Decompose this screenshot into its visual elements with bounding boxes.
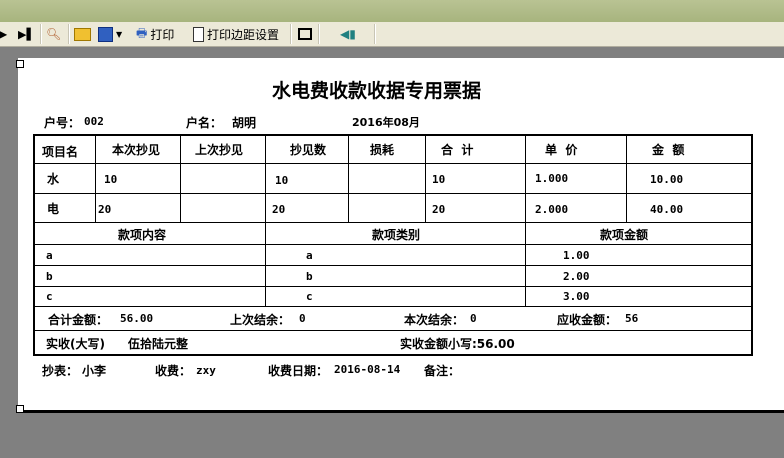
paid-upper-label: 实收(大写) xyxy=(46,337,105,351)
row-total: 10 xyxy=(432,173,446,186)
paid-lower: 实收金额小写:56.00 xyxy=(400,337,515,351)
account-name: 胡明 xyxy=(232,116,257,130)
next-page-icon[interactable]: ▶ xyxy=(0,25,7,43)
frame-icon[interactable] xyxy=(298,25,312,43)
printer-icon: 🖶︎ xyxy=(136,25,148,40)
header-current: 本次抄见 xyxy=(112,143,161,157)
row-current: 10 xyxy=(104,173,118,186)
header-item: 项目名 xyxy=(42,145,79,159)
fee-header-category: 款项类别 xyxy=(372,228,421,242)
total-label: 合计金额： xyxy=(48,313,109,327)
header-amount: 金 额 xyxy=(652,143,685,157)
curr-balance-value: 0 xyxy=(470,312,477,325)
reader-value: 小李 xyxy=(82,364,107,378)
row-reading: 20 xyxy=(272,203,286,216)
fee-header-content: 款项内容 xyxy=(118,228,167,242)
row-reading: 10 xyxy=(275,174,289,187)
header-unit-price: 单 价 xyxy=(545,143,578,157)
paid-upper-value: 伍拾陆元整 xyxy=(128,337,189,351)
header-previous: 上次抄见 xyxy=(195,143,244,157)
print-margin-button[interactable]: 打印边距设置 xyxy=(193,25,279,43)
open-folder-icon[interactable] xyxy=(74,25,91,43)
title-bar xyxy=(0,0,784,22)
reader-label: 抄表： xyxy=(42,364,79,378)
row-item: 电 xyxy=(47,202,60,216)
prev-balance-label: 上次结余： xyxy=(230,313,291,327)
fee-header-amount: 款项金额 xyxy=(600,228,649,242)
fee-category: c xyxy=(306,290,313,303)
fee-content: a xyxy=(46,249,53,262)
account-no: 002 xyxy=(84,115,104,128)
date-label: 收费日期： xyxy=(268,364,329,378)
total-value: 56.00 xyxy=(120,312,154,325)
collector-label: 收费： xyxy=(155,364,192,378)
due-value: 56 xyxy=(625,312,639,325)
header-reading: 抄见数 xyxy=(290,143,327,157)
row-amount: 10.00 xyxy=(650,173,684,186)
last-page-icon[interactable]: ▶▌ xyxy=(18,25,35,43)
row-item: 水 xyxy=(47,172,60,186)
name-label: 户名： xyxy=(186,116,223,130)
zoom-magnifier-icon[interactable]: 🔍︎ xyxy=(46,25,61,43)
prev-balance-value: 0 xyxy=(299,312,306,325)
date-value: 2016-08-14 xyxy=(334,363,401,376)
row-total: 20 xyxy=(432,203,446,216)
row-amount: 40.00 xyxy=(650,203,684,216)
print-button[interactable]: 🖶︎ 打印 xyxy=(136,25,174,43)
toolbar: ▶ ▶▌ 🔍︎ ▼ 🖶︎ 打印 打印边距设置 ◀▮ xyxy=(0,22,784,47)
fee-content: b xyxy=(46,270,53,283)
row-current: 20 xyxy=(98,203,112,216)
fee-content: c xyxy=(46,290,53,303)
fee-category: a xyxy=(306,249,313,262)
save-icon[interactable]: ▼ xyxy=(98,25,122,43)
row-unit-price: 1.000 xyxy=(535,172,569,185)
fee-category: b xyxy=(306,270,313,283)
fee-amount: 3.00 xyxy=(563,290,590,303)
receipt-title: 水电费收款收据专用票据 xyxy=(272,80,482,102)
fee-amount: 1.00 xyxy=(563,249,590,262)
billing-period: 2016年08月 xyxy=(352,116,420,129)
page-icon xyxy=(193,26,204,42)
row-unit-price: 2.000 xyxy=(535,203,569,216)
due-label: 应收金额： xyxy=(557,313,618,327)
note-label: 备注： xyxy=(424,364,461,378)
header-total: 合 计 xyxy=(441,143,474,157)
header-loss: 损耗 xyxy=(370,143,395,157)
fee-amount: 2.00 xyxy=(563,270,590,283)
exit-door-icon[interactable]: ◀▮ xyxy=(340,25,356,43)
collector-value: zxy xyxy=(196,364,216,377)
curr-balance-label: 本次结余： xyxy=(404,313,465,327)
account-no-label: 户号： xyxy=(44,116,81,130)
